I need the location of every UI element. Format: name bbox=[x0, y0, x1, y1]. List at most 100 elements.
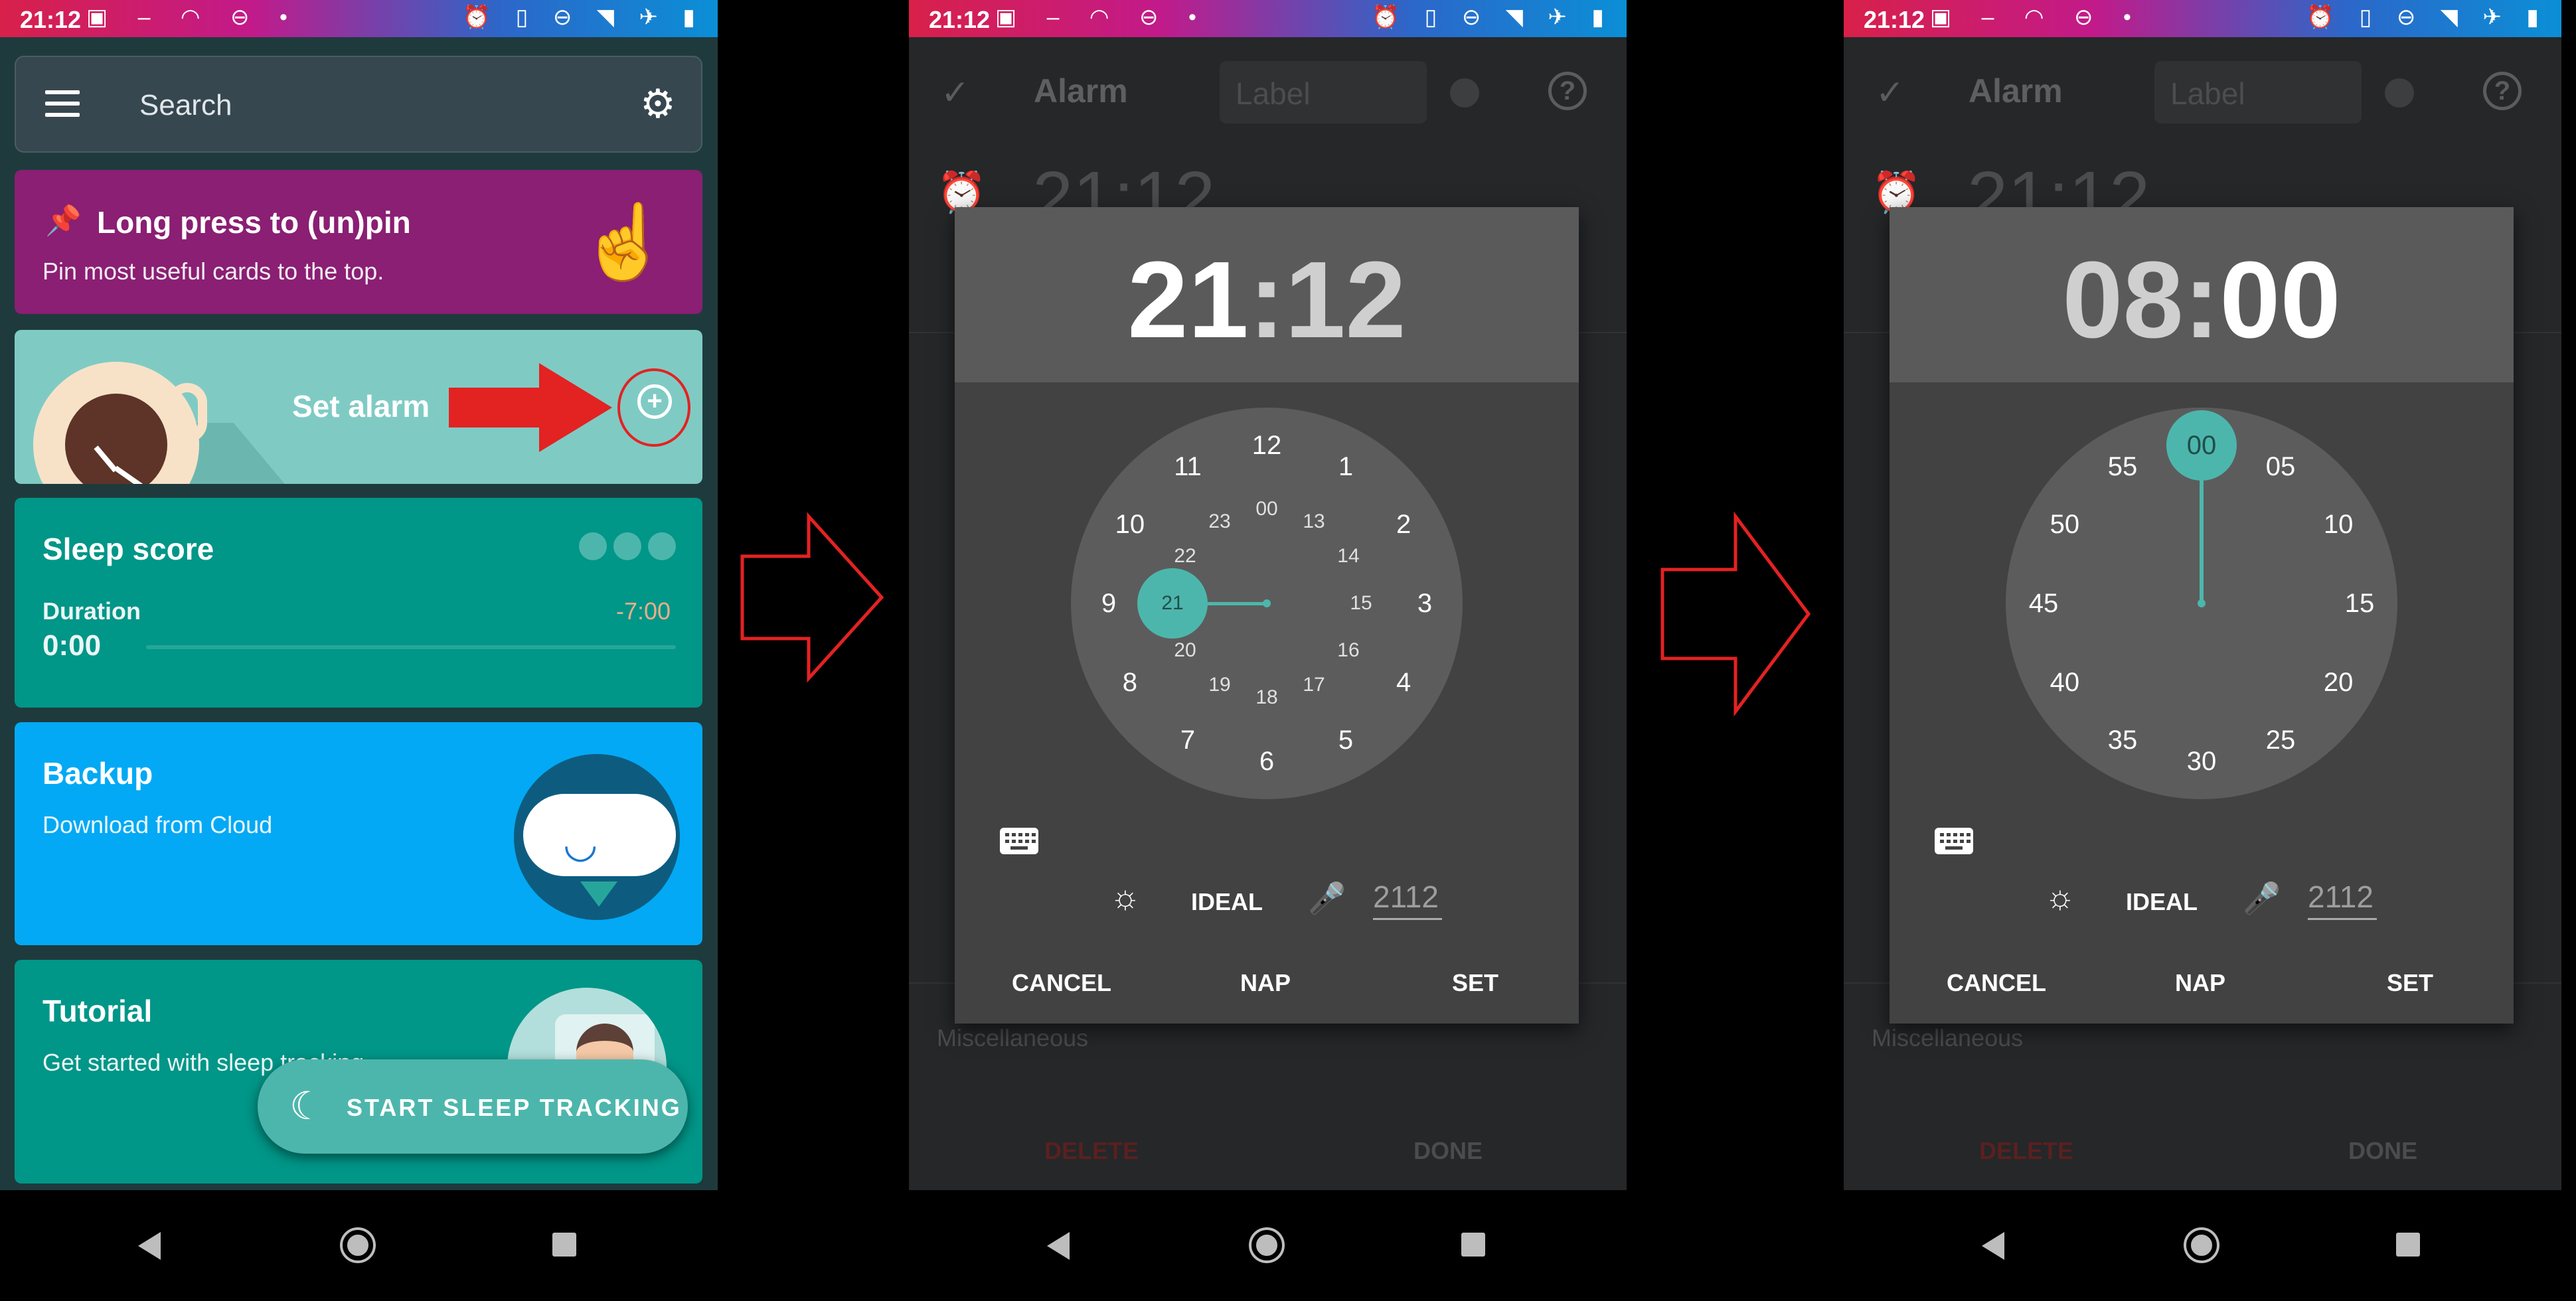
phone-screen-time-picker-hours: 21:12 ▣ – ◠ ⊖ • ⏰ ▯ ⊖ ◥ ✈ ▮ ✓ Alarm Labe… bbox=[909, 0, 1627, 1301]
hour-dial[interactable]: 12 1 2 3 4 5 6 7 8 9 10 11 00 13 14 15 16 17 18 19 20 21 22 23 bbox=[1071, 408, 1463, 799]
time-code-input[interactable]: 2112 bbox=[2308, 879, 2377, 920]
check-icon[interactable]: ✓ bbox=[1876, 73, 1905, 113]
add-alarm-icon[interactable]: + bbox=[637, 384, 672, 419]
microphone-icon[interactable]: 🎤 bbox=[2243, 880, 2281, 917]
time-code-input[interactable]: 2112 bbox=[1373, 879, 1442, 920]
backup-card[interactable]: Backup Download from Cloud ◡ bbox=[15, 722, 702, 945]
gear-icon[interactable]: ⚙ bbox=[640, 81, 676, 127]
dial-hour-4[interactable]: 4 bbox=[1377, 666, 1430, 699]
dial-hour-13[interactable]: 13 bbox=[1287, 505, 1340, 538]
time-picker-header: 08:00 bbox=[1890, 207, 2514, 382]
dial-minute-45[interactable]: 45 bbox=[2017, 587, 2070, 620]
sunrise-icon[interactable]: ☼ bbox=[2045, 878, 2075, 916]
dial-hour-20[interactable]: 20 bbox=[1159, 634, 1212, 667]
done-button[interactable]: DONE bbox=[2348, 1137, 2417, 1165]
back-icon[interactable] bbox=[1047, 1232, 1070, 1260]
minutes-value[interactable]: 12 bbox=[1285, 239, 1406, 360]
dial-minute-25[interactable]: 25 bbox=[2254, 724, 2307, 757]
dial-hour-9[interactable]: 9 bbox=[1082, 587, 1135, 620]
status-time: 21:12 bbox=[20, 6, 82, 33]
time-picker-dialog: 21:12 12 1 2 3 4 5 6 7 8 9 10 11 00 13 14 15 16 17 18 19 20 2… bbox=[955, 207, 1579, 1024]
label-input[interactable]: Label bbox=[1220, 61, 1427, 123]
microphone-icon[interactable]: 🎤 bbox=[1308, 880, 1346, 917]
dial-minute-50[interactable]: 50 bbox=[2038, 508, 2091, 541]
check-icon[interactable]: ✓ bbox=[941, 73, 970, 113]
search-bar[interactable]: Search ⚙ bbox=[15, 56, 702, 153]
dial-hour-12[interactable]: 12 bbox=[1240, 429, 1293, 462]
sleep-score-card[interactable]: Sleep score Duration 0:00 -7:00 bbox=[15, 498, 702, 708]
backup-title: Backup bbox=[42, 756, 153, 791]
dial-hour-21[interactable]: 21 bbox=[1146, 587, 1199, 620]
dial-hour-18[interactable]: 18 bbox=[1240, 681, 1293, 714]
keyboard-icon[interactable] bbox=[1935, 828, 1973, 854]
help-icon[interactable]: ? bbox=[2483, 72, 2522, 110]
set-button[interactable]: SET bbox=[1452, 969, 1498, 997]
dial-hour-8[interactable]: 8 bbox=[1103, 666, 1157, 699]
set-alarm-card[interactable]: Set alarm + bbox=[15, 330, 702, 484]
dial-hour-23[interactable]: 23 bbox=[1193, 505, 1246, 538]
done-button[interactable]: DONE bbox=[1413, 1137, 1483, 1165]
label-input[interactable]: Label bbox=[2154, 61, 2362, 123]
dial-hour-2[interactable]: 2 bbox=[1377, 508, 1430, 541]
phone-screen-home: 21:12 ▣ – ◠ ⊖ • ⏰ ▯ ⊖ ◥ ✈ ▮ Search ⚙ 📌 L… bbox=[0, 0, 718, 1301]
dial-minute-20[interactable]: 20 bbox=[2312, 666, 2365, 699]
dial-hour-6[interactable]: 6 bbox=[1240, 745, 1293, 778]
dial-minute-30[interactable]: 30 bbox=[2175, 745, 2228, 778]
dial-hour-16[interactable]: 16 bbox=[1322, 634, 1375, 667]
dial-minute-05[interactable]: 05 bbox=[2254, 450, 2307, 483]
dial-minute-40[interactable]: 40 bbox=[2038, 666, 2091, 699]
dial-hour-7[interactable]: 7 bbox=[1161, 724, 1214, 757]
dial-hour-19[interactable]: 19 bbox=[1193, 668, 1246, 702]
dial-minute-35[interactable]: 35 bbox=[2096, 724, 2149, 757]
home-icon[interactable] bbox=[343, 1230, 373, 1261]
nap-button[interactable]: NAP bbox=[1240, 969, 1291, 997]
dial-minute-10[interactable]: 10 bbox=[2312, 508, 2365, 541]
dial-hour-10[interactable]: 10 bbox=[1103, 508, 1157, 541]
dial-hour-00[interactable]: 00 bbox=[1240, 493, 1293, 526]
cancel-button[interactable]: CANCEL bbox=[1012, 969, 1111, 997]
back-icon[interactable] bbox=[1982, 1232, 2004, 1260]
dial-hour-15[interactable]: 15 bbox=[1334, 587, 1388, 620]
cancel-button[interactable]: CANCEL bbox=[1947, 969, 2046, 997]
pin-hint-card[interactable]: 📌 Long press to (un)pin Pin most useful … bbox=[15, 170, 702, 314]
delete-button[interactable]: DELETE bbox=[1979, 1137, 2073, 1165]
ideal-button[interactable]: IDEAL bbox=[1191, 888, 1263, 916]
recents-icon[interactable] bbox=[2396, 1233, 2420, 1257]
search-label[interactable]: Search bbox=[139, 89, 232, 122]
dial-hour-17[interactable]: 17 bbox=[1287, 668, 1340, 702]
ideal-button[interactable]: IDEAL bbox=[2126, 888, 2198, 916]
minute-dial[interactable]: 00 05 10 15 20 25 30 35 40 45 50 55 bbox=[2006, 408, 2397, 799]
enable-toggle[interactable] bbox=[2385, 78, 2414, 108]
dial-hour-14[interactable]: 14 bbox=[1322, 540, 1375, 573]
set-button[interactable]: SET bbox=[2387, 969, 2433, 997]
help-icon[interactable]: ? bbox=[1548, 72, 1587, 110]
set-alarm-label: Set alarm bbox=[292, 389, 430, 423]
dial-hour-11[interactable]: 11 bbox=[1161, 450, 1214, 483]
sunrise-icon[interactable]: ☼ bbox=[1110, 878, 1141, 916]
minutes-value[interactable]: 00 bbox=[2219, 239, 2340, 360]
dial-hour-22[interactable]: 22 bbox=[1159, 540, 1212, 573]
dial-hour-3[interactable]: 3 bbox=[1398, 587, 1451, 620]
hours-value[interactable]: 21 bbox=[1127, 239, 1248, 360]
navigation-bar bbox=[0, 1190, 718, 1301]
status-bar: 21:12 ▣ – ◠ ⊖ • ⏰ ▯ ⊖ ◥ ✈ ▮ bbox=[1844, 0, 2561, 37]
dial-minute-55[interactable]: 55 bbox=[2096, 450, 2149, 483]
recents-icon[interactable] bbox=[552, 1233, 576, 1257]
start-sleep-tracking-button[interactable]: ☾ START SLEEP TRACKING bbox=[258, 1059, 688, 1154]
back-icon[interactable] bbox=[138, 1232, 161, 1260]
home-icon[interactable] bbox=[1251, 1230, 1282, 1261]
keyboard-icon[interactable] bbox=[1000, 828, 1038, 854]
enable-toggle[interactable] bbox=[1450, 78, 1479, 108]
menu-icon[interactable] bbox=[45, 90, 80, 117]
delete-button[interactable]: DELETE bbox=[1044, 1137, 1139, 1165]
dial-minute-15[interactable]: 15 bbox=[2333, 587, 2386, 620]
dial-hour-5[interactable]: 5 bbox=[1319, 724, 1372, 757]
dial-minute-00[interactable]: 00 bbox=[2175, 429, 2228, 462]
time-display: 21:12 bbox=[955, 238, 1579, 362]
dial-hour-1[interactable]: 1 bbox=[1319, 450, 1372, 483]
nap-button[interactable]: NAP bbox=[2175, 969, 2225, 997]
hours-value[interactable]: 08 bbox=[2062, 239, 2183, 360]
score-dots bbox=[579, 532, 683, 564]
recents-icon[interactable] bbox=[1461, 1233, 1485, 1257]
home-icon[interactable] bbox=[2186, 1230, 2217, 1261]
